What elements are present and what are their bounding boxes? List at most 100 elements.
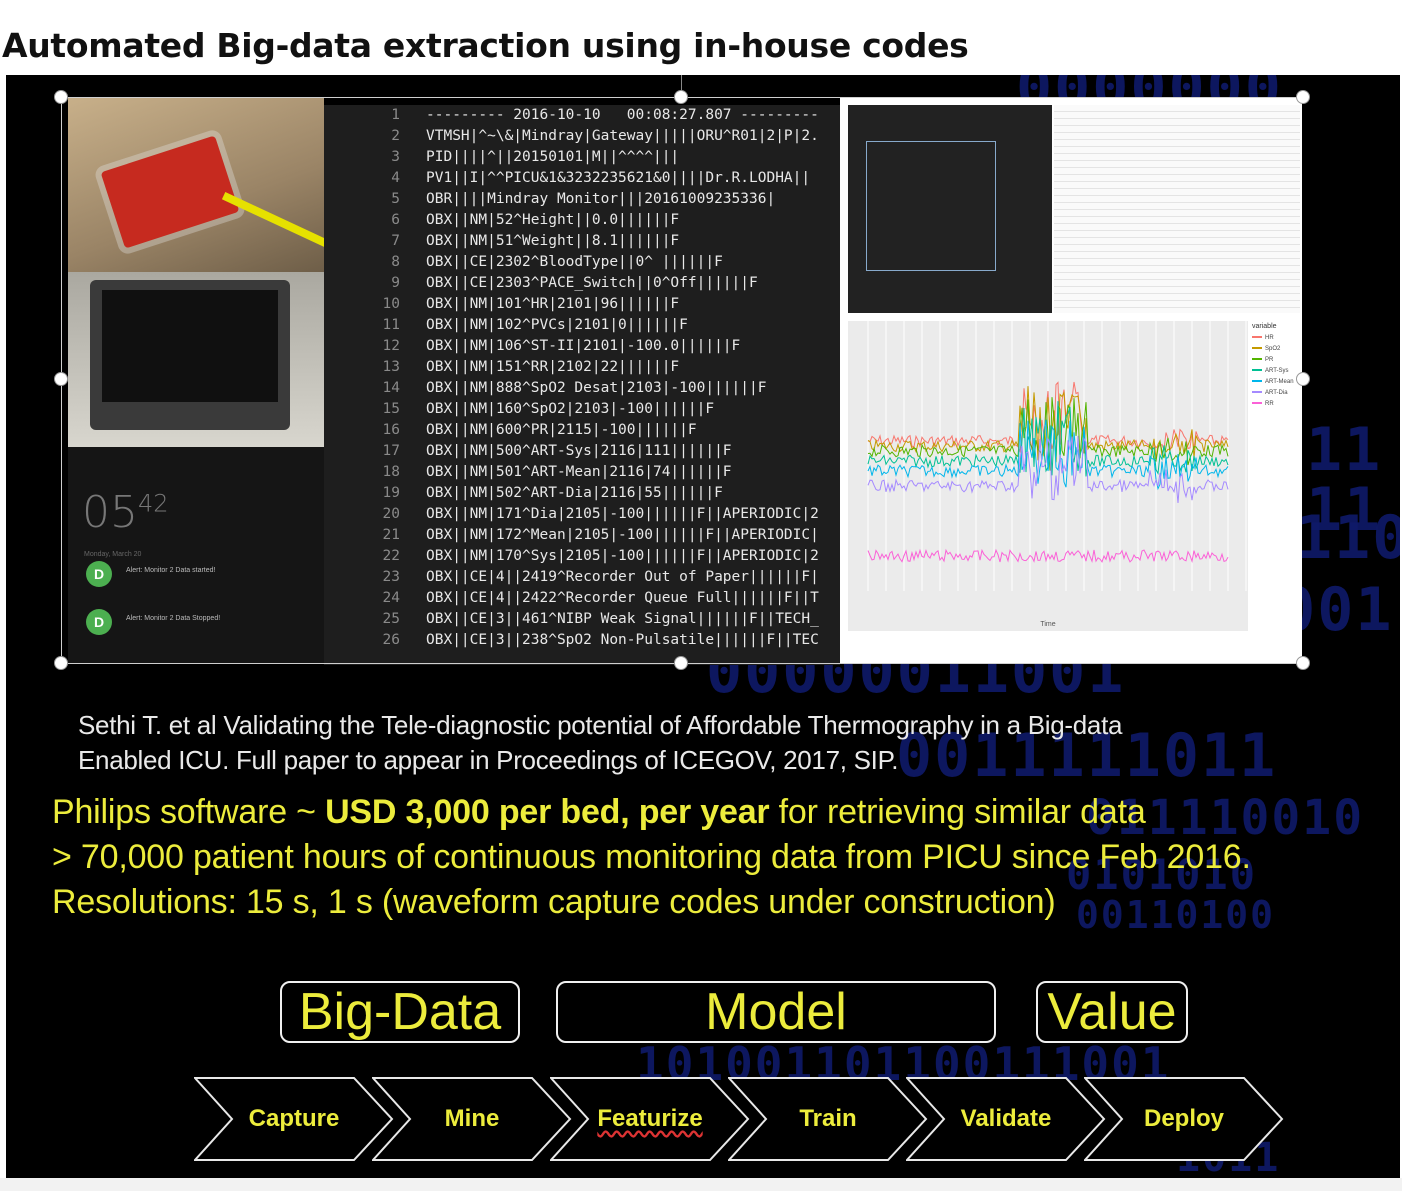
highlights: Philips software ~ USD 3,000 per bed, pe… xyxy=(52,790,1251,925)
line-text: OBX||NM|171^Dia|2105|-100||||||F||APERIO… xyxy=(426,506,819,522)
line-text: PV1||I|^^PICU&1&3232235621&0||||Dr.R.LOD… xyxy=(426,170,811,186)
spreadsheet-screenshot xyxy=(1054,105,1300,313)
line-number: 13 xyxy=(382,359,400,375)
code-line: 25 OBX||CE|3||461^NIBP Weak Signal||||||F… xyxy=(324,609,840,630)
code-line: 10 OBX||NM|101^HR|2101|96||||||F xyxy=(324,294,840,315)
line-text: OBX||NM|151^RR|2102|22||||||F xyxy=(426,359,680,375)
resize-handle[interactable] xyxy=(54,656,68,670)
code-line: 26 OBX||CE|3||238^SpO2 Non-Pulsatile|||||… xyxy=(324,630,840,651)
pipeline-label: Train xyxy=(799,1105,857,1132)
pipeline-step-deploy: Deploy xyxy=(1084,1077,1284,1161)
selection-box xyxy=(866,141,996,271)
line-text: OBX||NM|501^ART-Mean|2116|74||||||F xyxy=(426,464,732,480)
legend-item: ART-Sys xyxy=(1252,366,1298,377)
legend-label: PR xyxy=(1265,357,1274,363)
slide-canvas: 0000000 11 11 110 1001 00000011001 00111… xyxy=(6,75,1400,1178)
patient-monitor-photo xyxy=(68,272,324,447)
notification[interactable]: D Alert: Monitor 2 Data Stopped! xyxy=(82,607,314,641)
line-number: 7 xyxy=(391,233,400,249)
line-text: OBX||NM|106^ST-II|2101|-100.0||||||F xyxy=(426,338,741,354)
legend-item: ART-Dia xyxy=(1252,388,1298,399)
legend-item: ART-Mean xyxy=(1252,377,1298,388)
resize-handle[interactable] xyxy=(1296,656,1310,670)
legend-item: RR xyxy=(1252,399,1298,410)
resize-handle[interactable] xyxy=(54,90,68,104)
vitals-line-plot: Time xyxy=(848,321,1248,631)
pipeline-step-train: Train xyxy=(728,1077,928,1161)
line-number: 24 xyxy=(382,590,400,606)
code-line: 13 OBX||NM|151^RR|2102|22||||||F xyxy=(324,357,840,378)
resize-handle[interactable] xyxy=(1296,372,1310,386)
line-number: 21 xyxy=(382,527,400,543)
line-number: 19 xyxy=(382,485,400,501)
legend-title: variable xyxy=(1252,323,1277,330)
line-text: OBX||NM|600^PR|2115|-100||||||F xyxy=(426,422,697,438)
line-number: 15 xyxy=(382,401,400,417)
line-number: 2 xyxy=(391,128,400,144)
legend-label: RR xyxy=(1265,401,1274,407)
code-line: 23 OBX||CE|4||2419^Recorder Out of Paper|… xyxy=(324,567,840,588)
line-number: 26 xyxy=(382,632,400,648)
line-text: OBX||CE|4||2422^Recorder Queue Full|||||… xyxy=(426,590,819,606)
circuit-board xyxy=(100,135,240,249)
legend-swatch xyxy=(1252,358,1262,361)
code-line: 1 --------- 2016-10-10 00:08:27.807 -----… xyxy=(324,105,840,126)
citation: Sethi T. et al Validating the Tele-diagn… xyxy=(78,708,1122,778)
code-line: 20 OBX||NM|171^Dia|2105|-100||||||F||APER… xyxy=(324,504,840,525)
line-number: 9 xyxy=(391,275,400,291)
code-line: 18 OBX||NM|501^ART-Mean|2116|74||||||F xyxy=(324,462,840,483)
line-text: OBX||NM|502^ART-Dia|2116|55||||||F xyxy=(426,485,723,501)
line-number: 1 xyxy=(391,107,400,123)
highlight-hours: > 70,000 patient hours of continuous mon… xyxy=(52,838,1251,876)
cost-emphasis: USD 3,000 per bed, per year xyxy=(325,793,770,831)
resize-handle[interactable] xyxy=(1296,90,1310,104)
pipeline-label: Mine xyxy=(444,1105,500,1132)
legend-item: HR xyxy=(1252,333,1298,344)
highlight-cost: Philips software ~ USD 3,000 per bed, pe… xyxy=(52,790,1251,835)
line-text: OBX||NM|51^Weight||8.1||||||F xyxy=(426,233,680,249)
line-text: OBX||NM|172^Mean|2105|-100||||||F||APERI… xyxy=(426,527,819,543)
line-text: OBX||CE|2302^BloodType||0^ ||||||F xyxy=(426,254,723,270)
code-line: 9 OBX||CE|2303^PACE_Switch||0^Off||||||F xyxy=(324,273,840,294)
line-number: 22 xyxy=(382,548,400,564)
phone-screenshot: 0542 Monday, March 20 D Alert: Monitor 2… xyxy=(68,447,324,663)
highlight-resolution: Resolutions: 15 s, 1 s (waveform capture… xyxy=(52,883,1056,921)
pipeline-label: Featurize xyxy=(597,1105,703,1132)
resize-handle[interactable] xyxy=(674,90,688,104)
photo-column: 0542 Monday, March 20 D Alert: Monitor 2… xyxy=(68,97,324,663)
line-text: --------- 2016-10-10 00:08:27.807 ------… xyxy=(426,107,819,123)
code-line: 21 OBX||NM|172^Mean|2105|-100||||||F||APE… xyxy=(324,525,840,546)
slide-title: Automated Big-data extraction using in-h… xyxy=(2,26,969,65)
code-line: 17 OBX||NM|500^ART-Sys|2116|111||||||F xyxy=(324,441,840,462)
notification[interactable]: D Alert: Monitor 2 Data started! xyxy=(82,559,314,593)
resize-handle[interactable] xyxy=(674,656,688,670)
legend-swatch xyxy=(1252,347,1262,350)
code-line: 14 OBX||NM|888^SpO2 Desat|2103|-100||||||… xyxy=(324,378,840,399)
code-line: 19 OBX||NM|502^ART-Dia|2116|55||||||F xyxy=(324,483,840,504)
line-text: OBX||CE|4||2419^Recorder Out of Paper|||… xyxy=(426,569,819,585)
line-number: 17 xyxy=(382,443,400,459)
value-box: Value xyxy=(1036,981,1188,1043)
line-number: 20 xyxy=(382,506,400,522)
vitals-plot-svg: Time xyxy=(867,321,1247,628)
bg-digits: 110 xyxy=(1296,503,1400,573)
legend-swatch xyxy=(1252,336,1262,339)
legend-swatch xyxy=(1252,391,1262,394)
line-number: 8 xyxy=(391,254,400,270)
code-line: 11 OBX||NM|102^PVCs|2101|0||||||F xyxy=(324,315,840,336)
code-line: 5 OBR||||Mindray Monitor|||20161009235336… xyxy=(324,189,840,210)
phone-date: Monday, March 20 xyxy=(84,551,142,558)
line-text: OBX||CE|3||238^SpO2 Non-Pulsatile||||||F… xyxy=(426,632,819,648)
plot-legend: variable HR SpO2 PR ART-Sys ART-Mean ART-Dia RR xyxy=(1252,323,1298,433)
code-line: 6 OBX||NM|52^Height||0.0||||||F xyxy=(324,210,840,231)
line-text: OBX||CE|2303^PACE_Switch||0^Off||||||F xyxy=(426,275,758,291)
pipeline-label: Deploy xyxy=(1143,1105,1224,1132)
terminal-screenshot xyxy=(848,105,1052,313)
line-text: VTMSH|^~\&|Mindray|Gateway|||||ORU^R01|2… xyxy=(426,128,819,144)
app-icon: D xyxy=(86,609,112,635)
line-text: OBX||NM|888^SpO2 Desat|2103|-100||||||F xyxy=(426,380,767,396)
legend-label: ART-Mean xyxy=(1265,379,1294,385)
resize-handle[interactable] xyxy=(54,372,68,386)
line-text: OBX||NM|102^PVCs|2101|0||||||F xyxy=(426,317,688,333)
code-line: 7 OBX||NM|51^Weight||8.1||||||F xyxy=(324,231,840,252)
